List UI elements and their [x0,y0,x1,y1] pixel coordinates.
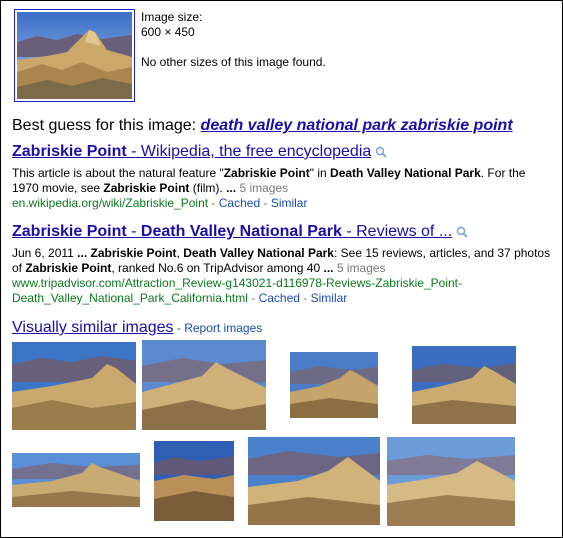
search-result-2: Zabriskie Point - Death Valley National … [12,223,554,306]
separator: - [173,321,185,335]
magnifier-icon[interactable] [456,225,468,243]
similar-link[interactable]: Similar [271,196,308,210]
page-frame: Image size: 600 × 450 No other sizes of … [0,0,563,538]
desert-landscape-image [17,12,132,99]
similar-image-1[interactable] [12,342,136,430]
magnifier-icon[interactable] [375,145,387,163]
separator: - [299,291,311,305]
result-title-rest: - Reviews of ... [341,223,453,240]
similar-image-8[interactable] [387,437,515,526]
snippet-fragment: Death Valley National Park [330,166,481,180]
result-title-bold2: Death Valley National Park [140,223,342,240]
search-result-1: Zabriskie Point - Wikipedia, the free en… [12,143,554,211]
similar-image-3[interactable] [290,352,378,418]
snippet-fragment: Zabriskie Point [103,181,190,195]
image-size-label: Image size: [141,10,203,24]
separator: - [208,196,219,210]
result-title-link[interactable]: Zabriskie Point - Death Valley National … [12,223,554,243]
result-title-bold: Zabriskie Point [12,143,127,160]
result-url: en.wikipedia.org/wiki/Zabriskie_Point [12,196,209,210]
best-guess: Best guess for this image: death valley … [12,117,513,135]
result-url: www.tripadvisor.com/Attraction_Review-g1… [12,276,462,290]
snippet-fragment: Zabriskie Point [90,246,177,260]
snippet-fragment: (film). [189,181,227,195]
query-image-thumbnail[interactable] [14,9,135,102]
snippet-fragment: Zabriskie Point [223,166,310,180]
report-images-link[interactable]: Report images [184,321,262,335]
cached-link[interactable]: Cached [259,291,300,305]
similar-image-7[interactable] [248,437,380,525]
result-snippet: Jun 6, 2011 ... Zabriskie Point, Death V… [12,246,554,276]
best-guess-label: Best guess for this image: [12,117,197,134]
similar-image-4[interactable] [412,346,516,424]
similar-image-6[interactable] [154,441,234,521]
snippet-fragment: ... [77,246,88,260]
result-images-count[interactable]: 5 images [337,261,386,275]
image-info: Image size: 600 × 450 No other sizes of … [141,10,326,70]
snippet-fragment: , ranked No.6 on TripAdvisor among 40 [111,261,324,275]
best-guess-link[interactable]: death valley national park zabriskie poi… [201,117,513,134]
separator: - [260,196,271,210]
image-size-value: 600 × 450 [141,25,195,39]
result-title-rest: - Wikipedia, the free encyclopedia [126,143,372,160]
result-title-link[interactable]: Zabriskie Point - Wikipedia, the free en… [12,143,554,163]
snippet-fragment: Death Valley National Park [183,246,334,260]
snippet-fragment: Zabriskie Point [25,261,112,275]
similar-image-5[interactable] [12,453,140,507]
similar-image-2[interactable] [142,340,266,430]
visually-similar-header: Visually similar images - Report images [12,319,262,337]
snippet-fragment: " in [309,166,331,180]
similar-link[interactable]: Similar [311,291,348,305]
snippet-fragment: Jun 6, 2011 [12,246,78,260]
snippet-fragment: This article is about the natural featur… [12,166,224,180]
result-url-line: en.wikipedia.org/wiki/Zabriskie_Point - … [12,196,554,211]
cached-link[interactable]: Cached [219,196,260,210]
result-snippet: This article is about the natural featur… [12,166,554,196]
result-url-line: www.tripadvisor.com/Attraction_Review-g1… [12,276,554,306]
visually-similar-link[interactable]: Visually similar images [12,319,174,336]
result-title-bold: Zabriskie Point [12,223,127,240]
result-images-count[interactable]: 5 images [239,181,288,195]
other-sizes-text: No other sizes of this image found. [141,55,326,69]
result-title-sep: - [126,223,141,240]
snippet-fragment: ... [226,181,237,195]
separator: - [247,291,259,305]
snippet-fragment: ... [323,261,334,275]
result-url-continued: Death_Valley_National_Park_California.ht… [12,291,248,305]
